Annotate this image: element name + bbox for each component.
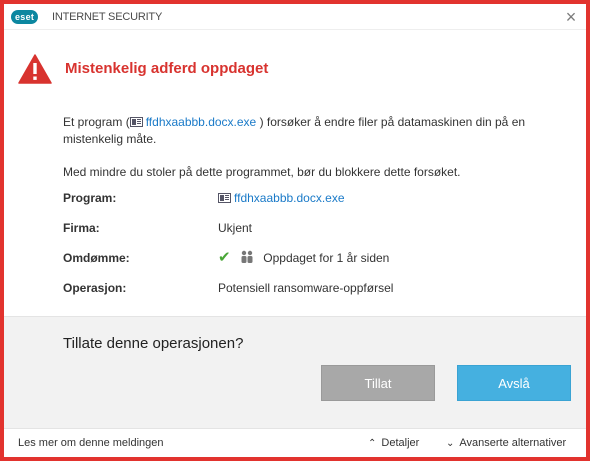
- details-label: Detaljer: [381, 437, 420, 449]
- chevron-down-icon: ⌄: [446, 438, 455, 449]
- allow-button[interactable]: Tillat: [321, 365, 435, 401]
- eset-logo: eset: [11, 10, 39, 24]
- operation-value: Potensiell ransomware-oppførsel: [218, 281, 394, 295]
- learn-more-link[interactable]: Les mer om denne meldingen: [18, 429, 164, 457]
- program-link[interactable]: ffdhxaabbb.docx.exe: [234, 191, 345, 205]
- users-icon: [241, 250, 253, 263]
- company-label: Firma:: [63, 221, 100, 235]
- product-name: INTERNET SECURITY: [52, 11, 163, 23]
- decision-question: Tillate denne operasjonen?: [63, 335, 244, 352]
- program-file-link[interactable]: ffdhxaabbb.docx.exe: [146, 115, 257, 129]
- alert-window: eset INTERNET SECURITY × Mistenkelig adf…: [4, 4, 586, 457]
- detail-row-reputation: Omdømme: ✔ Oppdaget for 1 år siden: [63, 248, 563, 268]
- program-file-icon: [218, 193, 231, 203]
- deny-button[interactable]: Avslå: [457, 365, 571, 401]
- check-icon: ✔: [218, 249, 231, 266]
- detail-row-operation: Operasjon: Potensiell ransomware-oppførs…: [63, 278, 563, 298]
- footer: Les mer om denne meldingen ⌃ Detaljer ⌄ Av…: [4, 428, 586, 457]
- decision-panel: Tillate denne operasjonen? Tillat Avslå: [4, 316, 586, 428]
- program-label: Program:: [63, 191, 117, 205]
- details-toggle[interactable]: ⌃ Detaljer: [368, 429, 419, 458]
- company-link[interactable]: Ukjent: [218, 218, 252, 238]
- reputation-text: Oppdaget for 1 år siden: [263, 251, 390, 265]
- description-part1: Et program (: [63, 115, 130, 129]
- advanced-options-toggle[interactable]: ⌄ Avanserte alternativer: [446, 429, 566, 458]
- operation-label: Operasjon:: [63, 281, 127, 295]
- reputation-label: Omdømme:: [63, 251, 130, 265]
- alert-title: Mistenkelig adferd oppdaget: [65, 60, 269, 77]
- warning-triangle-icon: [18, 54, 52, 84]
- alert-advice: Med mindre du stoler på dette programmet…: [63, 165, 461, 179]
- alert-header: Mistenkelig adferd oppdaget: [4, 30, 586, 94]
- alert-description: Et program (ffdhxaabbb.docx.exe ) forsøk…: [63, 114, 563, 148]
- detail-row-program: Program: ffdhxaabbb.docx.exe: [63, 188, 563, 208]
- chevron-up-icon: ⌃: [368, 438, 377, 449]
- program-file-icon: [129, 117, 143, 127]
- titlebar: eset INTERNET SECURITY ×: [4, 4, 586, 30]
- close-button[interactable]: ×: [560, 6, 582, 28]
- advanced-options-label: Avanserte alternativer: [459, 437, 567, 449]
- detail-row-company: Firma: Ukjent: [63, 218, 563, 238]
- program-value: ffdhxaabbb.docx.exe: [218, 188, 345, 208]
- reputation-value: ✔ Oppdaget for 1 år siden: [218, 248, 389, 268]
